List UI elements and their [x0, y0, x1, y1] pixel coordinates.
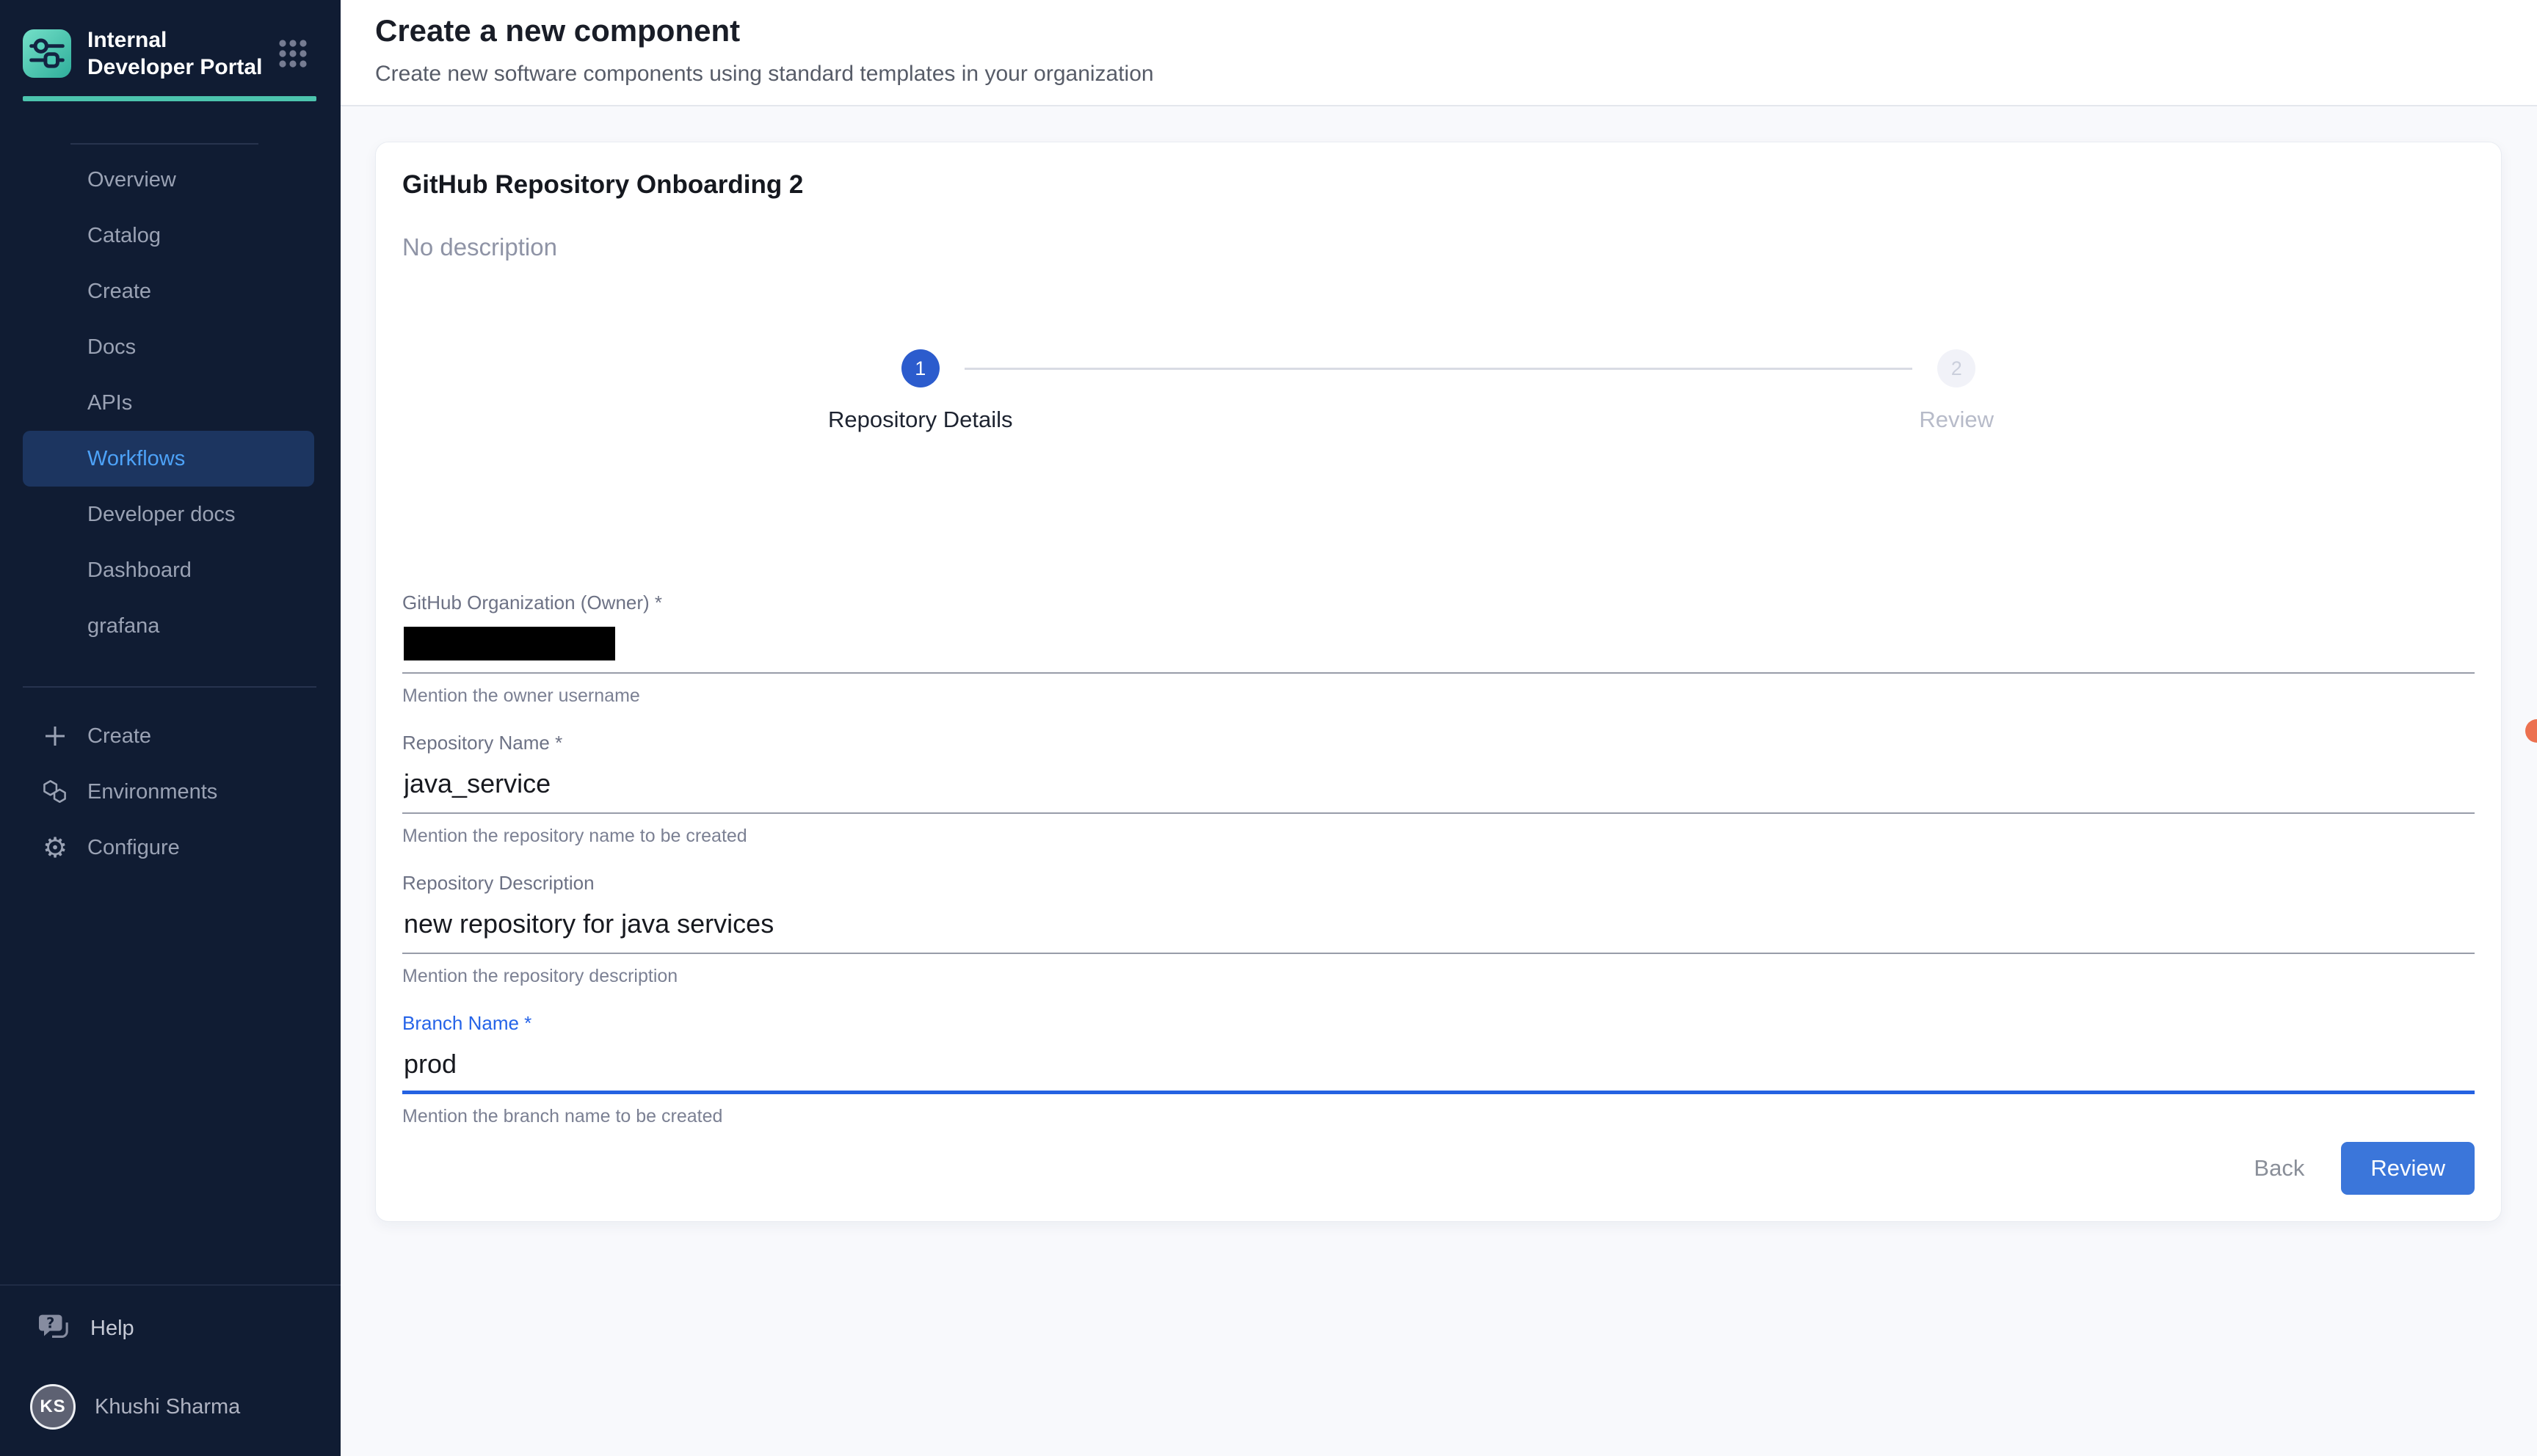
sidebar-secondary-label: Create — [87, 724, 151, 749]
help-label: Help — [90, 1317, 134, 1341]
branch-name-label: Branch Name * — [402, 1012, 2475, 1034]
page-subtitle: Create new software components using sta… — [375, 62, 2537, 87]
hexagons-icon — [40, 778, 70, 806]
feedback-dot[interactable] — [2525, 719, 2537, 743]
repository-description-row — [402, 898, 2475, 954]
svg-text:?: ? — [46, 1315, 54, 1332]
page-title: Create a new component — [375, 15, 2537, 47]
sidebar-item-overview[interactable]: Overview — [23, 152, 314, 208]
repository-description-input[interactable] — [404, 907, 2473, 941]
form-actions: Back Review — [402, 1142, 2475, 1195]
step-1-indicator: 1 — [901, 349, 940, 387]
repository-description-label: Repository Description — [402, 872, 2475, 894]
repository-name-row — [402, 758, 2475, 814]
sidebar-divider-top — [70, 143, 258, 145]
user-menu[interactable]: KS Khushi Sharma — [23, 1384, 318, 1430]
card-title: GitHub Repository Onboarding 2 — [402, 170, 2475, 200]
sidebar-item-grafana[interactable]: grafana — [23, 598, 314, 654]
app-title: Internal Developer Portal — [87, 26, 277, 81]
branch-name-row — [402, 1038, 2475, 1094]
help-button[interactable]: ? Help — [23, 1305, 318, 1352]
user-name: Khushi Sharma — [95, 1395, 240, 1419]
sidebar-item-configure[interactable]: ⚙ Configure — [23, 820, 316, 876]
app-logo-icon — [23, 29, 71, 78]
sidebar-secondary-label: Configure — [87, 836, 180, 860]
sidebar-item-environments[interactable]: Environments — [23, 764, 316, 820]
sidebar-secondary-nav: Create Environments ⚙ Configure — [23, 686, 316, 876]
sidebar: Internal Developer Portal Overview Catal… — [0, 0, 341, 1456]
github-organization-helper: Mention the owner username — [402, 685, 2475, 707]
branch-name-input[interactable] — [404, 1047, 2473, 1081]
field-github-organization: GitHub Organization (Owner) * Mention th… — [402, 592, 2475, 707]
gear-icon: ⚙ — [40, 833, 70, 862]
sidebar-nav: Overview Catalog Create Docs APIs Workfl… — [23, 152, 314, 654]
plus-icon — [40, 724, 70, 749]
step-2-indicator: 2 — [1937, 349, 1975, 387]
step-connector-line — [965, 368, 1913, 370]
field-repository-description: Repository Description Mention the repos… — [402, 872, 2475, 987]
field-repository-name: Repository Name * Mention the repository… — [402, 732, 2475, 847]
sidebar-item-docs[interactable]: Docs — [23, 319, 314, 375]
apps-grid-icon[interactable] — [277, 38, 308, 69]
step-2-label: Review — [1919, 407, 1994, 433]
sidebar-item-workflows[interactable]: Workflows — [23, 431, 314, 487]
page-header: Create a new component Create new softwa… — [341, 0, 2537, 106]
github-organization-label: GitHub Organization (Owner) * — [402, 592, 2475, 614]
sidebar-secondary-label: Environments — [87, 780, 217, 804]
sidebar-item-apis[interactable]: APIs — [23, 375, 314, 431]
logo-row: Internal Developer Portal — [0, 0, 341, 81]
redacted-value-box — [404, 627, 615, 660]
sidebar-item-catalog[interactable]: Catalog — [23, 208, 314, 263]
repository-name-input[interactable] — [404, 767, 2473, 801]
sidebar-item-developer-docs[interactable]: Developer docs — [23, 487, 314, 542]
review-button[interactable]: Review — [2341, 1142, 2475, 1195]
sidebar-item-create[interactable]: Create — [23, 263, 314, 319]
user-avatar: KS — [30, 1384, 76, 1430]
repository-name-label: Repository Name * — [402, 732, 2475, 754]
step-1-label: Repository Details — [828, 407, 1013, 433]
sidebar-item-dashboard[interactable]: Dashboard — [23, 542, 314, 598]
sidebar-item-create-action[interactable]: Create — [23, 708, 316, 764]
repository-description-helper: Mention the repository description — [402, 966, 2475, 987]
main-area: Create a new component Create new softwa… — [341, 0, 2537, 1456]
repository-name-helper: Mention the repository name to be create… — [402, 826, 2475, 847]
form-fields: GitHub Organization (Owner) * Mention th… — [402, 592, 2475, 1127]
sidebar-bottom-section: ? Help KS Khushi Sharma — [0, 1284, 341, 1456]
stepper: 1 Repository Details 2 Review — [402, 349, 2475, 433]
card-description: No description — [402, 233, 2475, 261]
help-chat-icon: ? — [37, 1313, 71, 1344]
workflow-card: GitHub Repository Onboarding 2 No descri… — [375, 142, 2502, 1222]
step-repository-details: 1 Repository Details — [402, 349, 1439, 433]
back-button[interactable]: Back — [2227, 1143, 2331, 1193]
branch-name-helper: Mention the branch name to be created — [402, 1106, 2475, 1127]
content-area: GitHub Repository Onboarding 2 No descri… — [341, 106, 2537, 1456]
github-organization-input[interactable] — [402, 618, 2475, 674]
logo-underline-bar — [23, 96, 316, 101]
step-review: 2 Review — [1439, 349, 2475, 433]
field-branch-name: Branch Name * Mention the branch name to… — [402, 1012, 2475, 1127]
